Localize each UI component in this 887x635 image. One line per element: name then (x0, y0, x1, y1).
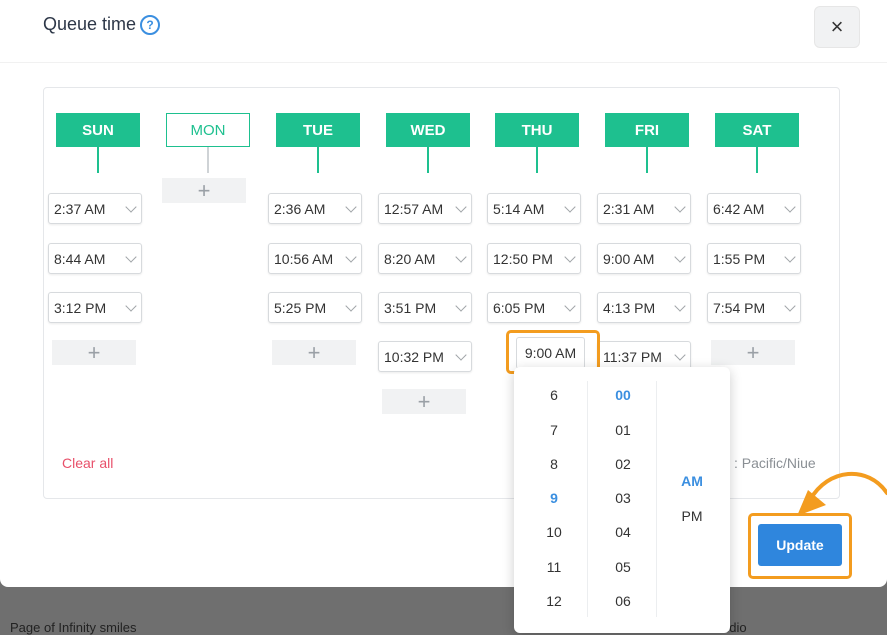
pointer-arrow-icon (797, 471, 887, 516)
